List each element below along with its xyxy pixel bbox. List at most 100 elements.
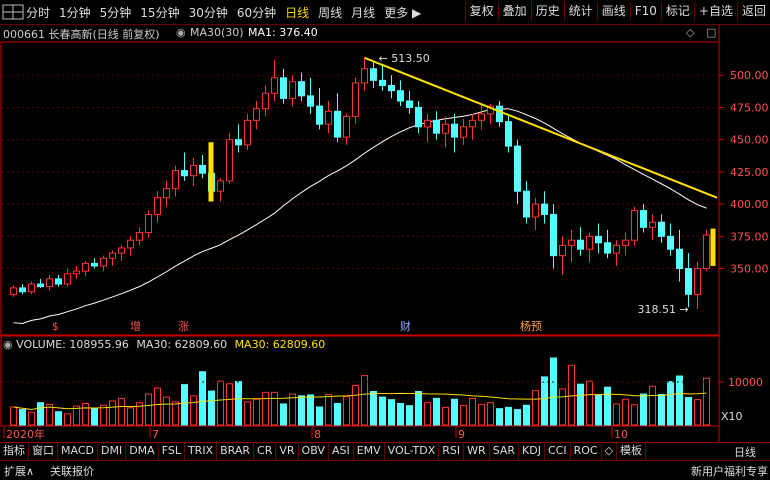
volume-bar-25: [235, 381, 242, 426]
indicator-tab-2[interactable]: MACD: [58, 443, 98, 460]
candle-body-31: [289, 81, 296, 99]
volume-bar-46: [424, 402, 431, 426]
candle-body-21: [199, 164, 206, 174]
candle-body-28: [262, 92, 269, 110]
candlestick-chart[interactable]: ← 513.50 318.51 → $ 增 涨 财 杨预 500.00 475.00 450.0…: [0, 0, 770, 442]
indicator-tab-17[interactable]: KDJ: [519, 443, 545, 460]
indicator-tab-16[interactable]: SAR: [490, 443, 520, 460]
trend-line: [364, 56, 718, 199]
volume-bar-26: [244, 401, 251, 426]
candle-body-52: [478, 113, 485, 121]
volume-bar-34: [316, 406, 323, 426]
indicator-tab-6[interactable]: TRIX: [185, 443, 218, 460]
candle-body-51: [469, 119, 476, 128]
candle-body-47: [433, 119, 440, 134]
indicator-tab-4[interactable]: DMA: [126, 443, 159, 460]
indicator-tab-7[interactable]: BRAR: [217, 443, 255, 460]
candle-body-74: [676, 248, 683, 270]
y-tick-label-2: 450.00: [730, 134, 769, 147]
candle-body-23: [217, 180, 224, 192]
indicator-tab-12[interactable]: EMV: [354, 443, 385, 460]
y-tick-label-1: 475.00: [730, 101, 769, 114]
indicator-tab-19[interactable]: ROC: [571, 443, 602, 460]
candle-body-20: [190, 164, 197, 177]
volume-bar-35: [325, 394, 332, 426]
indicator-tabs: 指标 窗口 MACD DMI DMA FSL TRIX BRAR CR VR OBV ASI EMV VO…: [0, 442, 770, 460]
indicator-tab-20[interactable]: ◇: [602, 443, 618, 460]
candle-body-49: [451, 123, 458, 138]
candle-body-2: [28, 283, 35, 293]
candle-body-69: [631, 210, 638, 241]
indicator-tab-21[interactable]: 模板: [617, 443, 647, 460]
x-tick-label-3: 9: [458, 428, 465, 441]
indicator-tab-3[interactable]: DMI: [98, 443, 127, 460]
volume-bar-68: [622, 398, 629, 426]
related-quotes-button[interactable]: 关联报价: [50, 463, 94, 479]
volume-bar-37: [343, 396, 350, 426]
volume-bar-71: [649, 385, 656, 426]
price-panel-frame: [0, 41, 720, 336]
volume-bar-73: [667, 381, 674, 426]
candle-body-13: [127, 239, 134, 249]
x-tick-label-4: 10: [614, 428, 628, 441]
volume-bar-31: [289, 393, 296, 426]
candle-body-34: [316, 105, 323, 125]
volume-bar-44: [406, 405, 413, 426]
candle-body-42: [388, 85, 395, 92]
volume-bar-3: [37, 402, 44, 426]
candle-body-24: [226, 139, 233, 182]
volume-bar-56: [514, 409, 521, 426]
candle-body-12: [118, 247, 125, 254]
volume-bar-63: [577, 383, 584, 426]
volume-bar-18: [172, 401, 179, 426]
new-user-promo[interactable]: 新用户福利专享: [691, 463, 768, 479]
volume-bar-74: [676, 375, 683, 426]
candle-body-15: [145, 213, 152, 233]
candle-body-6: [64, 273, 71, 285]
candle-body-45: [415, 106, 422, 128]
tab-right-period[interactable]: 日线: [734, 444, 756, 460]
indicator-tab-13[interactable]: VOL-TDX: [385, 443, 440, 460]
volume-bar-55: [505, 406, 512, 426]
indicator-tab-15[interactable]: WR: [464, 443, 490, 460]
candle-body-40: [370, 68, 377, 81]
volume-bar-32: [298, 395, 305, 426]
indicator-tab-8[interactable]: CR: [254, 443, 277, 460]
volume-bar-58: [532, 390, 539, 426]
candle-body-8: [82, 262, 89, 272]
volume-bar-47: [433, 397, 440, 426]
volume-bar-36: [334, 403, 341, 426]
candle-body-73: [667, 235, 674, 250]
volume-bar-27: [253, 398, 260, 426]
candle-body-67: [613, 244, 620, 254]
volume-bar-76: [694, 399, 701, 426]
volume-ma30-line: [13, 392, 707, 411]
candle-body-7: [73, 270, 80, 275]
volume-bar-69: [631, 404, 638, 426]
volume-dropdown-icon[interactable]: ◉: [3, 338, 13, 351]
indicator-tab-11[interactable]: ASI: [329, 443, 354, 460]
candle-body-14: [136, 231, 143, 241]
indicator-tab-9[interactable]: VR: [276, 443, 299, 460]
candle-body-37: [343, 115, 350, 138]
expand-button[interactable]: 扩展∧: [4, 463, 34, 479]
volume-bar-59: [541, 376, 548, 426]
indicator-tab-10[interactable]: OBV: [299, 443, 329, 460]
volume-ma30-white: MA30: 62809.60: [136, 338, 228, 351]
volume-bar-17: [163, 396, 170, 426]
candle-body-71: [649, 221, 656, 228]
candle-body-55: [505, 121, 512, 147]
candle-body-16: [154, 197, 161, 215]
volume-bar-62: [568, 364, 575, 426]
candle-body-39: [361, 68, 368, 84]
candle-body-77: [703, 234, 710, 270]
volume-bar-77: [703, 377, 710, 426]
indicator-tab-5[interactable]: FSL: [159, 443, 185, 460]
indicator-tab-14[interactable]: RSI: [439, 443, 465, 460]
candle-body-5: [55, 278, 62, 285]
indicator-tab-18[interactable]: CCI: [545, 443, 571, 460]
y-tick-label-0: 500.00: [730, 69, 769, 82]
indicator-tab-0[interactable]: 指标: [0, 443, 29, 460]
volume-ma30-yellow: MA30: 62809.60: [234, 338, 326, 351]
indicator-tab-1[interactable]: 窗口: [29, 443, 58, 460]
